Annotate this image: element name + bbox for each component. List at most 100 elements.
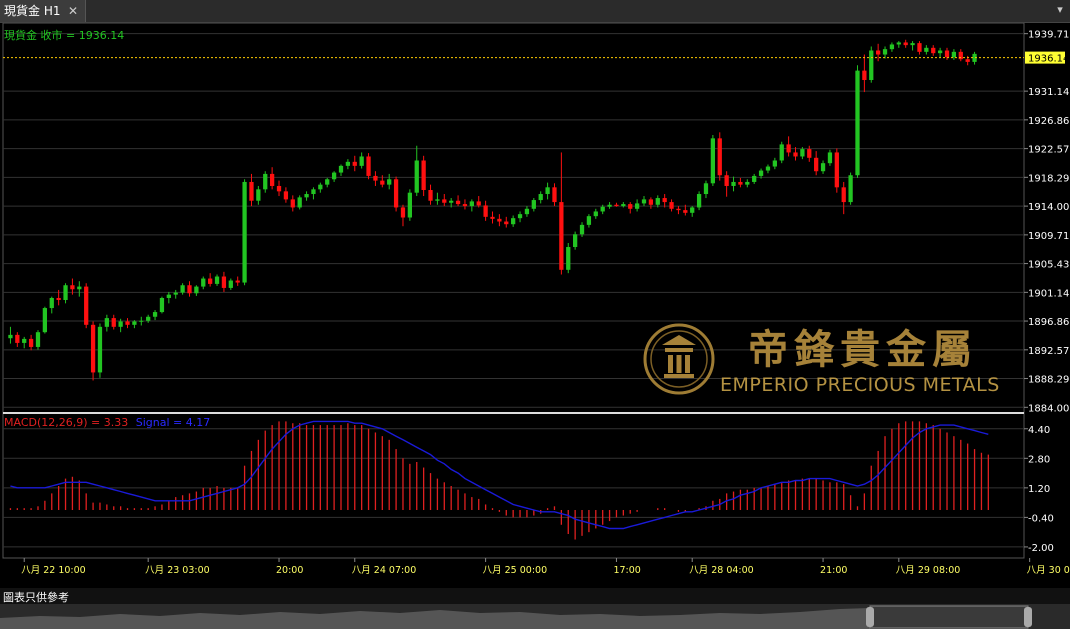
candle-body bbox=[146, 316, 151, 321]
candle-body bbox=[690, 207, 695, 213]
macd-axis-label: 2.80 bbox=[1028, 454, 1050, 465]
candle-body bbox=[228, 280, 233, 288]
candle-body bbox=[290, 199, 295, 208]
candle-body bbox=[118, 321, 123, 327]
navigator-right-handle[interactable] bbox=[1024, 607, 1032, 627]
candle-body bbox=[49, 297, 54, 309]
candle-body bbox=[97, 326, 103, 373]
candle-body bbox=[600, 206, 605, 212]
candle-body bbox=[876, 50, 881, 55]
candle-body bbox=[249, 181, 254, 201]
price-axis-label: 1914.00 bbox=[1028, 202, 1069, 213]
candle-body bbox=[848, 175, 853, 203]
candle-body bbox=[304, 194, 309, 198]
candle-body bbox=[263, 173, 268, 190]
candle-body bbox=[435, 199, 440, 201]
candle-body bbox=[511, 218, 516, 225]
time-axis-label: 八月 28 04:00 bbox=[689, 565, 754, 576]
candle-body bbox=[710, 138, 716, 184]
time-axis-label: 20:00 bbox=[276, 565, 303, 576]
candle-body bbox=[469, 201, 474, 207]
navigator-left-handle[interactable] bbox=[866, 607, 874, 627]
candle-body bbox=[269, 173, 275, 186]
candle-body bbox=[159, 297, 165, 313]
candle-body bbox=[703, 183, 709, 195]
macd-axis-label: 1.20 bbox=[1028, 484, 1050, 495]
chevron-down-icon[interactable]: ▾ bbox=[1054, 2, 1066, 18]
candle-body bbox=[752, 175, 757, 182]
candle-body bbox=[683, 210, 688, 213]
price-axis-label: 1909.71 bbox=[1028, 231, 1069, 242]
candle-body bbox=[490, 216, 495, 219]
candle-body bbox=[593, 211, 598, 217]
candle-body bbox=[380, 180, 385, 185]
candle-body bbox=[63, 285, 68, 300]
macd-main-label: MACD(12,26,9) = 3.33 bbox=[4, 416, 128, 429]
candle-body bbox=[738, 181, 743, 185]
candle-body bbox=[786, 144, 791, 153]
candle-body bbox=[373, 175, 378, 181]
navigator-window[interactable] bbox=[869, 605, 1029, 629]
candle-body bbox=[194, 286, 199, 294]
candle-body bbox=[772, 160, 777, 167]
candle-body bbox=[607, 204, 612, 207]
candle-body bbox=[559, 202, 564, 270]
candle-body bbox=[944, 50, 950, 58]
time-axis-label: 八月 30 01:00 bbox=[1027, 565, 1070, 576]
candle-body bbox=[139, 320, 144, 322]
candle-body bbox=[910, 43, 915, 46]
candle-body bbox=[896, 42, 901, 45]
candle-body bbox=[428, 190, 433, 201]
candle-body bbox=[903, 42, 908, 46]
candle-body bbox=[965, 59, 970, 62]
candle-body bbox=[951, 51, 957, 58]
candle-body bbox=[421, 160, 426, 191]
candle-body bbox=[586, 216, 592, 225]
candle-body bbox=[221, 276, 227, 288]
candle-body bbox=[855, 70, 860, 176]
candle-body bbox=[90, 324, 96, 373]
candle-body bbox=[283, 191, 289, 200]
candle-body bbox=[235, 280, 240, 283]
price-chart[interactable]: 帝鋒貴金屬 EMPERIO PRECIOUS METALS 1884.00 188… bbox=[0, 23, 1070, 588]
price-axis-label: 1939.71 bbox=[1028, 30, 1069, 41]
navigator-scrollbar[interactable] bbox=[0, 604, 1070, 629]
time-axis-label: 八月 25 00:00 bbox=[483, 565, 548, 576]
candle-body bbox=[800, 149, 805, 157]
candle-body bbox=[325, 179, 330, 185]
close-icon[interactable]: ✕ bbox=[66, 0, 80, 22]
price-axis-label: 1905.43 bbox=[1028, 260, 1069, 271]
footer: 圖表只供參考 bbox=[0, 588, 1070, 629]
price-axis-label: 1892.57 bbox=[1028, 346, 1069, 357]
candle-body bbox=[201, 278, 206, 287]
price-label: 現貨金 收市 = 1936.14 bbox=[4, 28, 124, 42]
candle-body bbox=[579, 224, 585, 235]
candle-body bbox=[862, 70, 867, 81]
candle-body bbox=[634, 203, 640, 209]
candle-body bbox=[696, 194, 702, 208]
candle-body bbox=[318, 184, 323, 190]
candle-body bbox=[814, 157, 819, 172]
candle-body bbox=[22, 338, 27, 343]
candle-body bbox=[42, 308, 48, 333]
candle-body bbox=[35, 332, 41, 347]
time-axis-label: 八月 29 08:00 bbox=[896, 565, 961, 576]
candle-body bbox=[104, 318, 109, 327]
price-axis-label: 1884.00 bbox=[1028, 403, 1069, 414]
candle-body bbox=[924, 47, 929, 52]
candle-body bbox=[869, 50, 874, 81]
candle-body bbox=[807, 149, 812, 158]
macd-label: MACD(12,26,9) = 3.33 Signal = 4.17 bbox=[4, 416, 210, 429]
candle-body bbox=[56, 297, 61, 300]
candle-body bbox=[276, 185, 282, 192]
candle-body bbox=[889, 44, 895, 50]
price-axis-label: 1896.86 bbox=[1028, 317, 1069, 328]
candle-body bbox=[242, 181, 247, 283]
candle-body bbox=[214, 276, 220, 284]
candle-body bbox=[614, 204, 619, 207]
candle-body bbox=[28, 338, 34, 347]
watermark-chinese: 帝鋒貴金屬 bbox=[748, 326, 978, 373]
time-axis-label: 八月 24 07:00 bbox=[352, 565, 417, 576]
candle-body bbox=[662, 198, 667, 203]
candle-body bbox=[462, 204, 468, 207]
